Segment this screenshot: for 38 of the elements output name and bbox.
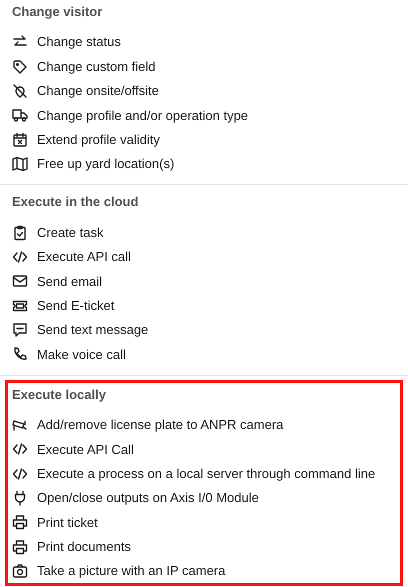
menu-item[interactable]: Send text message: [12, 318, 396, 342]
menu-item[interactable]: Execute API call: [12, 244, 396, 270]
menu-item[interactable]: Execute a process on a local server through command line: [12, 461, 396, 486]
menu-item[interactable]: Make voice call: [12, 342, 396, 367]
message-icon: [12, 322, 28, 338]
clipboard-icon: [12, 224, 28, 241]
camera-icon: [12, 563, 28, 580]
truck-icon: [12, 107, 28, 124]
menu-item[interactable]: Open/close outputs on Axis I/0 Module: [12, 486, 396, 510]
menu-item[interactable]: Print ticket: [12, 510, 396, 535]
menu-item[interactable]: Change profile and/or operation type: [12, 103, 396, 128]
menu-item[interactable]: Free up yard location(s): [12, 152, 396, 176]
tag-icon: [12, 58, 28, 75]
menu-item[interactable]: Execute API Call: [12, 437, 396, 462]
calendar-icon: [12, 132, 28, 148]
section-heading: Execute locally: [12, 386, 107, 404]
menu-item[interactable]: Add/remove license plate to ANPR camera: [12, 412, 396, 438]
printer-icon: [12, 538, 28, 555]
phone-icon: [12, 346, 28, 362]
plug-icon: [12, 490, 28, 506]
menu-item[interactable]: Create task: [12, 220, 396, 245]
section-heading: Execute in the cloud: [12, 193, 140, 212]
menu-item[interactable]: Print documents: [12, 534, 396, 560]
envelope-icon: [12, 273, 28, 290]
menu-item[interactable]: Change status: [12, 30, 396, 54]
code-icon: [12, 466, 28, 482]
menu-item[interactable]: Change custom field: [12, 54, 396, 79]
menu-item[interactable]: Send E-ticket: [12, 294, 396, 318]
menu-item[interactable]: Send email: [12, 269, 396, 294]
menu-item[interactable]: Extend profile validity: [12, 128, 396, 152]
printer-icon: [12, 514, 28, 530]
map-icon: [12, 156, 28, 172]
code-icon: [12, 441, 28, 458]
menu-item[interactable]: Change onsite/offsite: [12, 78, 396, 104]
crossed-pin-icon: [12, 82, 28, 99]
section-heading: Change visitor: [12, 3, 104, 21]
menu-item[interactable]: Take a picture with an IP camera: [12, 559, 396, 584]
code-icon: [12, 248, 28, 265]
